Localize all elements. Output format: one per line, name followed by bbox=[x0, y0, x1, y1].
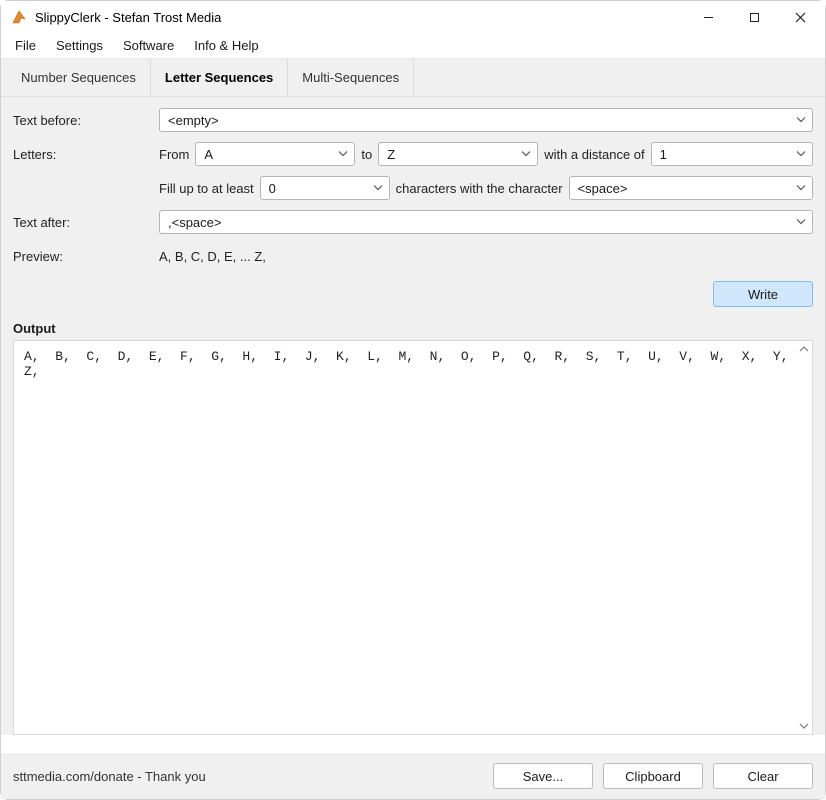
tab-multi-sequences[interactable]: Multi-Sequences bbox=[288, 59, 414, 96]
menu-file[interactable]: File bbox=[5, 35, 46, 56]
menu-software[interactable]: Software bbox=[113, 35, 184, 56]
label-preview: Preview: bbox=[13, 249, 153, 264]
tab-letter-sequences[interactable]: Letter Sequences bbox=[151, 59, 288, 96]
fill-count-combo[interactable]: 0 bbox=[260, 176, 390, 200]
scroll-up-icon[interactable] bbox=[797, 342, 811, 356]
label-distance: with a distance of bbox=[544, 147, 644, 162]
label-chars-with: characters with the character bbox=[396, 181, 563, 196]
tab-number-sequences[interactable]: Number Sequences bbox=[7, 59, 151, 96]
clear-button[interactable]: Clear bbox=[713, 763, 813, 789]
tab-bar: Number Sequences Letter Sequences Multi-… bbox=[1, 59, 825, 97]
to-letter-combo[interactable]: Z bbox=[378, 142, 538, 166]
status-text: sttmedia.com/donate - Thank you bbox=[13, 769, 483, 784]
fill-char-combo[interactable]: <space> bbox=[569, 176, 813, 200]
chevron-down-icon bbox=[373, 181, 383, 196]
chevron-down-icon bbox=[521, 147, 531, 162]
label-to: to bbox=[361, 147, 372, 162]
clipboard-button[interactable]: Clipboard bbox=[603, 763, 703, 789]
chevron-down-icon bbox=[796, 147, 806, 162]
chevron-down-icon bbox=[796, 181, 806, 196]
app-icon bbox=[11, 9, 27, 25]
maximize-button[interactable] bbox=[731, 2, 777, 32]
menu-bar: File Settings Software Info & Help bbox=[1, 33, 825, 59]
menu-settings[interactable]: Settings bbox=[46, 35, 113, 56]
output-container: A, B, C, D, E, F, G, H, I, J, K, L, M, N… bbox=[13, 340, 813, 735]
chevron-down-icon bbox=[796, 215, 806, 230]
label-fill-up: Fill up to at least bbox=[159, 181, 254, 196]
text-before-value: <empty> bbox=[168, 113, 219, 128]
form-area: Text before: <empty> Letters: From A to … bbox=[1, 97, 825, 735]
scroll-down-icon[interactable] bbox=[797, 719, 811, 733]
label-from: From bbox=[159, 147, 189, 162]
to-letter-value: Z bbox=[387, 147, 395, 162]
minimize-button[interactable] bbox=[685, 2, 731, 32]
text-before-combo[interactable]: <empty> bbox=[159, 108, 813, 132]
text-after-value: ,<space> bbox=[168, 215, 222, 230]
menu-info-help[interactable]: Info & Help bbox=[184, 35, 268, 56]
fill-char-value: <space> bbox=[578, 181, 628, 196]
window-title: SlippyClerk - Stefan Trost Media bbox=[35, 10, 221, 25]
label-text-before: Text before: bbox=[13, 113, 153, 128]
write-button[interactable]: Write bbox=[713, 281, 813, 307]
label-letters: Letters: bbox=[13, 147, 153, 162]
chevron-down-icon bbox=[796, 113, 806, 128]
title-bar: SlippyClerk - Stefan Trost Media bbox=[1, 1, 825, 33]
close-button[interactable] bbox=[777, 2, 823, 32]
chevron-down-icon bbox=[338, 147, 348, 162]
distance-combo[interactable]: 1 bbox=[651, 142, 813, 166]
label-text-after: Text after: bbox=[13, 215, 153, 230]
from-letter-combo[interactable]: A bbox=[195, 142, 355, 166]
footer: sttmedia.com/donate - Thank you Save... … bbox=[1, 753, 825, 799]
save-button[interactable]: Save... bbox=[493, 763, 593, 789]
distance-value: 1 bbox=[660, 147, 667, 162]
label-output: Output bbox=[13, 321, 813, 336]
output-textarea[interactable]: A, B, C, D, E, F, G, H, I, J, K, L, M, N… bbox=[13, 340, 813, 735]
from-letter-value: A bbox=[204, 147, 213, 162]
preview-value: A, B, C, D, E, ... Z, bbox=[159, 249, 266, 264]
text-after-combo[interactable]: ,<space> bbox=[159, 210, 813, 234]
fill-count-value: 0 bbox=[269, 181, 276, 196]
